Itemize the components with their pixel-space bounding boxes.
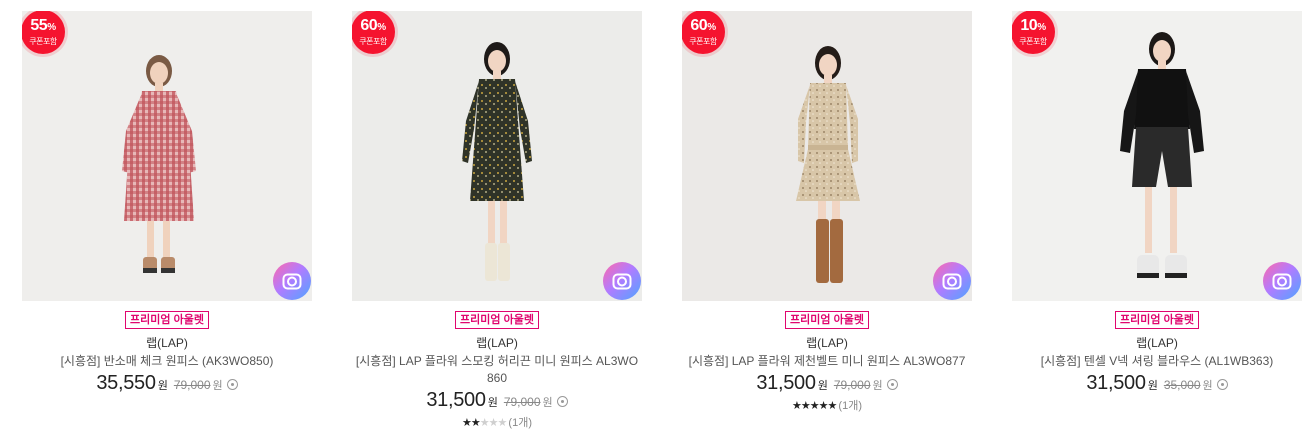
price-row: 31,500 원 35,000 원 <box>1012 372 1302 396</box>
camera-lens-search-icon[interactable] <box>1263 262 1301 300</box>
product-image[interactable]: 60% 쿠폰포함 <box>682 11 972 301</box>
price-row: 35,550 원 79,000 원 <box>22 372 312 396</box>
brand-name[interactable]: 랩(LAP) <box>1012 335 1302 351</box>
rating: ★★★★★ (1개) <box>682 397 972 413</box>
discount-badge: 60% 쿠폰포함 <box>352 11 395 54</box>
original-price: 79,000 <box>833 378 871 392</box>
product-name[interactable]: [시흥점] 반소매 체크 원피스 (AK3WO850) <box>22 353 312 370</box>
star-icon: ★ <box>800 400 811 412</box>
product-name[interactable]: [시흥점] LAP 플라워 제천벨트 미니 원피스 AL3WO877 <box>682 353 972 370</box>
product-card[interactable]: 10% 쿠폰포함 프리미엄 아울렛 랩(LAP) [시흥점] 텐셀 V넥 셔링 … <box>1012 11 1302 396</box>
model-photo <box>796 46 860 283</box>
discount-badge: 55% 쿠폰포함 <box>22 11 65 54</box>
camera-lens-search-icon[interactable] <box>933 262 971 300</box>
price-row: 31,500 원 79,000 원 <box>682 372 972 396</box>
price-row: 31,500 원 79,000 원 <box>352 389 642 413</box>
sale-price: 31,500 <box>1086 372 1146 394</box>
star-icon: ★ <box>470 417 481 429</box>
review-count[interactable]: (1개) <box>508 417 532 429</box>
star-icon: ★ <box>791 400 802 412</box>
brand-name[interactable]: 랩(LAP) <box>352 335 642 351</box>
premium-outlet-tag: 프리미엄 아울렛 <box>125 311 209 329</box>
model-photo <box>1120 32 1204 278</box>
brand-name[interactable]: 랩(LAP) <box>22 335 312 351</box>
star-icon: ★ <box>827 400 837 412</box>
premium-outlet-tag: 프리미엄 아울렛 <box>1115 311 1199 329</box>
premium-outlet-tag: 프리미엄 아울렛 <box>785 311 869 329</box>
product-image[interactable]: 10% 쿠폰포함 <box>1012 11 1302 301</box>
star-icon: ★ <box>461 417 472 429</box>
product-card[interactable]: 60% 쿠폰포함 프리미엄 아울렛 랩(LAP) [시흥점] LAP 플라워 스… <box>352 11 642 430</box>
star-rating: ★★★★★ <box>792 400 838 412</box>
original-price: 79,000 <box>173 378 211 392</box>
info-circle-icon[interactable] <box>1216 379 1228 390</box>
product-card[interactable]: 55% 쿠폰포함 프리미엄 아울렛 랩(LAP) [시흥점] 반소매 체크 원피… <box>22 11 312 396</box>
model-photo <box>122 55 196 273</box>
star-icon: ★ <box>479 417 490 429</box>
camera-lens-search-icon[interactable] <box>603 262 641 300</box>
review-count[interactable]: (1개) <box>838 400 862 412</box>
rating: ★★★★★ (1개) <box>352 414 642 430</box>
product-image[interactable]: 55% 쿠폰포함 <box>22 11 312 301</box>
product-image[interactable]: 60% 쿠폰포함 <box>352 11 642 301</box>
info-circle-icon[interactable] <box>556 396 568 407</box>
brand-name[interactable]: 랩(LAP) <box>682 335 972 351</box>
product-name[interactable]: [시흥점] 텐셀 V넥 셔링 블라우스 (AL1WB363) <box>1012 353 1302 370</box>
discount-badge: 10% 쿠폰포함 <box>1012 11 1055 54</box>
star-icon: ★ <box>497 417 507 429</box>
premium-outlet-tag: 프리미엄 아울렛 <box>455 311 539 329</box>
star-icon: ★ <box>809 400 820 412</box>
original-price: 35,000 <box>1163 378 1201 392</box>
model-photo <box>462 42 532 281</box>
sale-price: 31,500 <box>426 389 486 411</box>
info-circle-icon[interactable] <box>226 379 238 390</box>
original-price: 79,000 <box>503 395 541 409</box>
sale-price: 35,550 <box>96 372 156 394</box>
sale-price: 31,500 <box>756 372 816 394</box>
info-circle-icon[interactable] <box>886 379 898 390</box>
star-rating: ★★★★★ <box>462 417 508 429</box>
discount-badge: 60% 쿠폰포함 <box>682 11 725 54</box>
camera-lens-search-icon[interactable] <box>273 262 311 300</box>
product-card[interactable]: 60% 쿠폰포함 프리미엄 아울렛 랩(LAP) [시흥점] LAP 플라워 제… <box>682 11 972 413</box>
product-name[interactable]: [시흥점] LAP 플라워 스모킹 허리끈 미니 원피스 AL3WO860 <box>352 353 642 387</box>
